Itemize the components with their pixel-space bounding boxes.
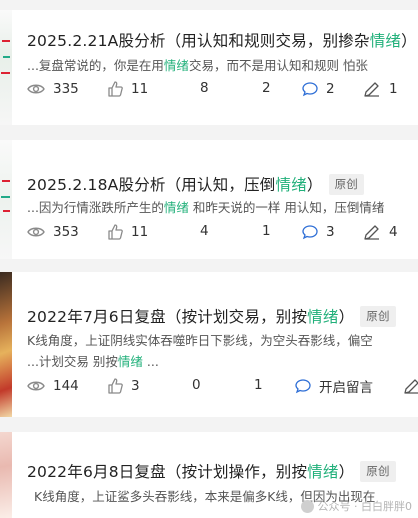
post-card[interactable]: 2022年7月6日复盘（按计划交易，别按情绪） 原创 K线角度，上证阴线实体吞噬昨…	[0, 272, 418, 417]
favorites-count: 1	[262, 223, 271, 239]
post-stats: 335 11 8 2 2 1	[27, 78, 418, 100]
post-thumbnail[interactable]	[0, 432, 12, 518]
pencil-icon	[364, 225, 379, 240]
wechat-icon	[300, 499, 314, 513]
original-badge: 原创	[328, 174, 365, 195]
post-thumbnail[interactable]	[0, 10, 12, 125]
post-title[interactable]: 2022年6月8日复盘（按计划操作，别按情绪） 原创	[27, 460, 396, 482]
post-excerpt: ...计划交易 别按情绪 ...	[27, 354, 159, 369]
edit-stat[interactable]: 4	[363, 221, 398, 243]
edit-count: 4	[389, 224, 398, 240]
eye-icon	[27, 84, 45, 94]
edit-stat[interactable]: 1	[363, 78, 398, 100]
post-excerpt: K线角度，上证阴线实体吞噬昨日下影线，为空头吞影线，偏空	[27, 333, 373, 348]
eye-icon	[27, 227, 45, 237]
likes-stat[interactable]: 11	[107, 78, 148, 100]
post-title[interactable]: 2022年7月6日复盘（按计划交易，别按情绪） 原创	[27, 305, 396, 327]
favorites-count: 1	[254, 377, 263, 393]
comments-stat[interactable]: 开启留言	[295, 375, 373, 397]
comments-count: 2	[326, 81, 335, 97]
post-title[interactable]: 2025.2.18A股分析（用认知，压倒情绪） 原创	[27, 173, 365, 195]
comments-stat[interactable]: 2	[302, 78, 335, 100]
views-stat: 335	[27, 78, 79, 100]
post-excerpt: ...因为行情涨跌所产生的情绪 和昨天说的一样 用认知，压倒情绪	[27, 200, 385, 215]
watermark: 公众号 · 白白胖胖0	[300, 498, 412, 514]
post-stats: 353 11 4 1 3 4	[27, 221, 418, 243]
shares-count: 8	[200, 80, 209, 96]
likes-stat[interactable]: 11	[107, 221, 148, 243]
views-stat: 144	[27, 375, 79, 397]
likes-count: 11	[131, 81, 149, 97]
post-thumbnail[interactable]	[0, 272, 12, 417]
views-count: 335	[53, 81, 79, 97]
open-comments-label: 开启留言	[319, 380, 373, 396]
views-count: 144	[53, 378, 79, 394]
comment-icon	[302, 225, 318, 240]
pencil-icon	[364, 82, 379, 97]
views-count: 353	[53, 224, 79, 240]
shares-count: 0	[192, 377, 201, 393]
favorites-count: 2	[262, 80, 271, 96]
edit-count: 1	[389, 81, 398, 97]
post-thumbnail[interactable]	[0, 140, 12, 259]
pencil-icon	[404, 379, 418, 394]
likes-count: 11	[131, 224, 149, 240]
post-card[interactable]: 2022年6月8日复盘（按计划操作，别按情绪） 原创 K线角度，上证鲨多头吞影线，…	[0, 432, 418, 518]
shares-count: 4	[200, 223, 209, 239]
original-badge: 原创	[360, 306, 396, 327]
likes-count: 3	[131, 378, 140, 394]
thumbs-up-icon	[108, 378, 123, 394]
post-title[interactable]: 2025.2.21A股分析（用认知和规则交易，别掺杂情绪）	[27, 29, 417, 51]
post-stats: 144 3 0 1 开启留言	[27, 375, 418, 397]
comment-icon	[295, 379, 311, 394]
views-stat: 353	[27, 221, 79, 243]
thumbs-up-icon	[108, 224, 123, 240]
eye-icon	[27, 381, 45, 391]
comments-stat[interactable]: 3	[302, 221, 335, 243]
post-card[interactable]: 2025.2.18A股分析（用认知，压倒情绪） 原创 ...因为行情涨跌所产生的情…	[0, 140, 418, 259]
edit-stat[interactable]	[403, 375, 418, 397]
comment-icon	[302, 82, 318, 97]
likes-stat[interactable]: 3	[107, 375, 140, 397]
thumbs-up-icon	[108, 81, 123, 97]
original-badge: 原创	[360, 461, 396, 482]
post-excerpt: ...复盘常说的，你是在用情绪交易，而不是用认知和规则 怕张	[27, 58, 368, 73]
comments-count: 3	[326, 224, 335, 240]
post-card[interactable]: 2025.2.21A股分析（用认知和规则交易，别掺杂情绪） ...复盘常说的，你…	[0, 10, 418, 125]
